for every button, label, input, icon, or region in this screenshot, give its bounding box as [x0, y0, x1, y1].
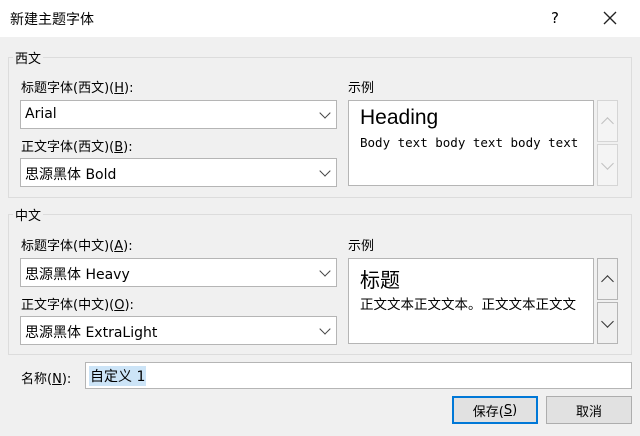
chinese-sample-preview: 标题 正文文本正文文本。正文文本正文文 — [348, 258, 594, 344]
chinese-body-font-select[interactable]: 思源黑体 ExtraLight — [20, 316, 337, 345]
save-button[interactable]: 保存(S) — [452, 396, 538, 424]
chinese-scroll-up-button[interactable] — [597, 258, 618, 300]
close-icon — [603, 11, 617, 25]
chevron-down-icon — [318, 264, 331, 277]
chevron-down-icon — [318, 322, 331, 335]
western-group-label: 西文 — [13, 48, 44, 67]
chevron-down-icon — [318, 164, 331, 177]
name-label: 名称(N): — [21, 372, 72, 387]
dialog-title: 新建主题字体 — [10, 12, 94, 28]
western-heading-dropdown-button[interactable] — [314, 102, 335, 127]
chinese-group-label: 中文 — [13, 205, 44, 224]
western-heading-font-value: Arial — [25, 106, 57, 122]
cancel-button[interactable]: 取消 — [546, 396, 632, 424]
theme-name-input[interactable]: 自定义 1 — [85, 362, 632, 389]
scroll-up-icon — [601, 116, 614, 130]
western-body-dropdown-button[interactable] — [314, 160, 335, 185]
western-body-font-select[interactable]: 思源黑体 Bold — [20, 158, 337, 187]
scroll-down-icon — [601, 156, 614, 170]
close-button[interactable] — [589, 1, 631, 35]
western-heading-label: 标题字体(西文)(H): — [21, 81, 134, 96]
title-bar: 新建主题字体 ? — [0, 0, 640, 37]
chinese-scroll-down-button[interactable] — [597, 302, 618, 344]
western-body-font-value: 思源黑体 Bold — [25, 167, 117, 183]
western-scroll-down-button[interactable] — [597, 144, 618, 186]
chinese-heading-font-value: 思源黑体 Heavy — [25, 267, 130, 283]
chinese-heading-dropdown-button[interactable] — [314, 260, 335, 285]
scroll-up-icon — [601, 274, 614, 288]
chinese-sample-heading: 标题 — [360, 268, 400, 292]
chinese-body-dropdown-button[interactable] — [314, 318, 335, 343]
western-body-label: 正文字体(西文)(B): — [21, 140, 133, 155]
western-sample-heading: Heading — [360, 106, 439, 129]
western-heading-font-select[interactable]: Arial — [20, 100, 337, 129]
help-button[interactable]: ? — [535, 1, 575, 35]
western-sample-preview: Heading Body text body text body text — [348, 100, 594, 186]
chinese-heading-font-select[interactable]: 思源黑体 Heavy — [20, 258, 337, 287]
western-sample-body: Body text body text body text — [360, 135, 579, 150]
chinese-heading-label: 标题字体(中文)(A): — [21, 239, 133, 254]
western-sample-label: 示例 — [348, 81, 375, 96]
western-scroll-up-button[interactable] — [597, 100, 618, 142]
chinese-sample-label: 示例 — [348, 239, 375, 254]
chinese-body-label: 正文字体(中文)(O): — [21, 298, 134, 313]
chinese-sample-body: 正文文本正文文本。正文文本正文文 — [360, 297, 576, 313]
chinese-body-font-value: 思源黑体 ExtraLight — [25, 325, 158, 341]
scroll-down-icon — [601, 314, 614, 328]
theme-name-value: 自定义 1 — [89, 366, 147, 386]
chevron-down-icon — [318, 106, 331, 119]
